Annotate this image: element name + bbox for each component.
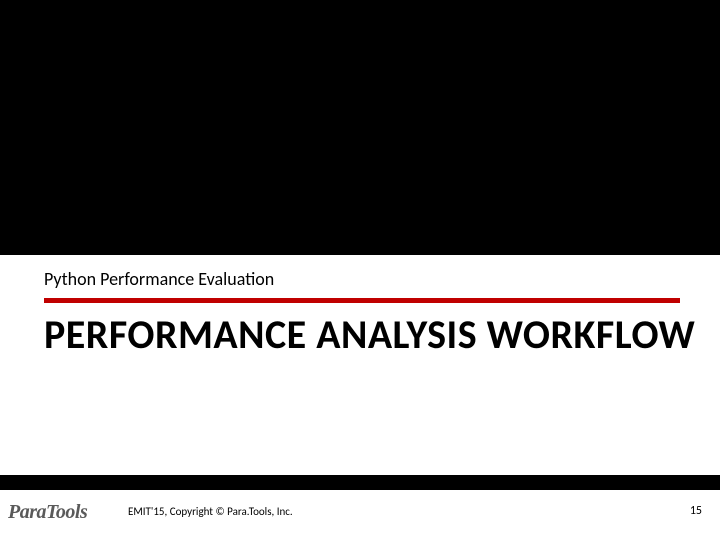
logo: ParaTools [8, 501, 87, 524]
divider-rule [44, 298, 680, 303]
slide: Python Performance Evaluation PERFORMANC… [0, 0, 720, 540]
footer: ParaTools EMIT'15, Copyright © Para.Tool… [0, 490, 720, 540]
slide-subtitle: Python Performance Evaluation [44, 268, 274, 290]
slide-title: PERFORMANCE ANALYSIS WORKFLOW [44, 312, 695, 358]
page-number: 15 [690, 504, 702, 518]
copyright-text: EMIT'15, Copyright © Para.Tools, Inc. [128, 505, 293, 518]
